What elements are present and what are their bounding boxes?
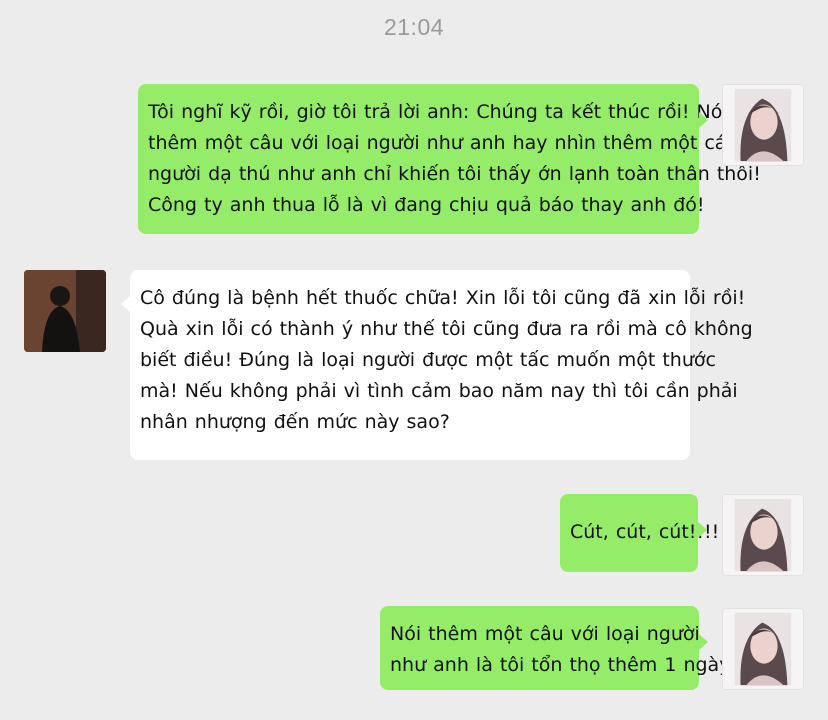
woman-portrait-icon <box>723 495 803 575</box>
my-avatar[interactable] <box>722 494 804 576</box>
message-text-line: biết điều! Đúng là loại người được một t… <box>140 349 716 371</box>
message-text-line: người dạ thú như anh chỉ khiến tôi thấy … <box>148 163 761 185</box>
message-text-line: mà! Nếu không phải vì tình cảm bao năm n… <box>140 380 738 402</box>
outgoing-message-bubble[interactable]: Cút, cút, cút!!!! <box>560 494 720 572</box>
message-text-line: nhân nhượng đến mức này sao? <box>140 411 450 433</box>
woman-portrait-icon <box>723 609 803 689</box>
outgoing-message-bubble[interactable]: Tôi nghĩ kỹ rồi, giờ tôi trả lời anh: Ch… <box>138 84 777 234</box>
message-text-line: thêm một câu với loại người như anh hay … <box>148 132 777 154</box>
message-text-line: Nói thêm một câu với loại người <box>390 623 700 645</box>
contact-avatar[interactable] <box>24 270 106 352</box>
incoming-message-bubble[interactable]: Cô đúng là bệnh hết thuốc chữa! Xin lỗi … <box>121 270 753 460</box>
message-text-line: Cút, cút, cút!!!! <box>570 521 720 543</box>
man-portrait-icon <box>24 270 106 352</box>
my-avatar[interactable] <box>722 84 804 166</box>
message-timestamp: 21:04 <box>383 14 445 40</box>
woman-portrait-icon <box>723 85 803 165</box>
message-text-line: như anh là tôi tổn thọ thêm 1 ngày! <box>390 654 739 676</box>
message-text-line: Cô đúng là bệnh hết thuốc chữa! Xin lỗi … <box>140 287 746 309</box>
message-text-line: Công ty anh thua lỗ là vì đang chịu quả … <box>148 194 705 216</box>
outgoing-message-bubble[interactable]: Nói thêm một câu với loại người như anh … <box>380 606 739 690</box>
message-text-line: Tôi nghĩ kỹ rồi, giờ tôi trả lời anh: Ch… <box>148 101 728 123</box>
message-text-line: Quà xin lỗi có thành ý như thế tôi cũng … <box>140 318 753 340</box>
my-avatar[interactable] <box>722 608 804 690</box>
